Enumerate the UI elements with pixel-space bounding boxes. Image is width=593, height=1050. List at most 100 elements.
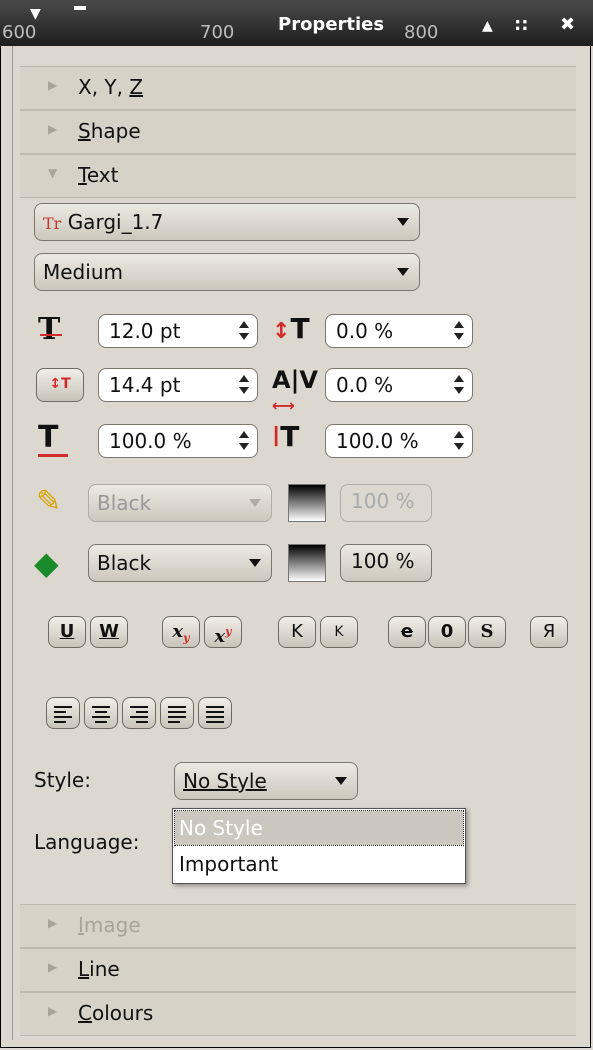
- stroke-shade-value: 100 %: [351, 489, 415, 513]
- underline-button[interactable]: U: [48, 616, 86, 648]
- paragraph-style-value: No Style: [183, 769, 267, 793]
- line-spacing-spinbox[interactable]: 14.4 pt: [98, 368, 258, 402]
- ruler-mark: 800: [404, 22, 439, 43]
- underline-words-button[interactable]: W: [90, 616, 128, 648]
- spin-arrows-icon[interactable]: [454, 321, 464, 341]
- outline-button[interactable]: 0: [428, 616, 466, 648]
- style-dropdown-list[interactable]: No Style Important: [172, 808, 466, 884]
- section-xyz[interactable]: ▶ X, Y, Z: [20, 66, 576, 110]
- minimize-icon[interactable]: [74, 6, 86, 10]
- offset-spinbox[interactable]: 0.0 %: [325, 314, 473, 348]
- all-caps-icon: K: [291, 621, 303, 642]
- chevron-down-icon: [249, 499, 261, 507]
- expander-right-icon: ▶: [48, 78, 58, 92]
- section-label: Shape: [78, 119, 141, 143]
- line-spacing-icon: ↕T: [49, 376, 71, 392]
- line-spacing-mode-button[interactable]: ↕T: [36, 368, 84, 402]
- kerning-icon: A|V ⟷: [272, 366, 318, 415]
- small-caps-icon: K: [334, 624, 344, 640]
- align-right-button[interactable]: [122, 697, 156, 729]
- expander-right-icon: ▶: [48, 916, 58, 930]
- paragraph-style-combo[interactable]: No Style: [174, 762, 358, 800]
- chevron-down-icon: [335, 777, 347, 785]
- fill-color-combo[interactable]: Black: [88, 544, 272, 582]
- chevron-down-icon: [397, 268, 409, 276]
- stroke-color-value: Black: [97, 491, 152, 515]
- window-menu-icon[interactable]: ▼: [30, 6, 41, 22]
- chevron-down-icon: [397, 218, 409, 226]
- all-caps-button[interactable]: K: [278, 616, 316, 648]
- line-spacing-value: 14.4 pt: [109, 373, 181, 397]
- reverse-writing-icon: Я: [542, 621, 556, 642]
- shade-button-icon[interactable]: ▲: [482, 18, 493, 34]
- spin-arrows-icon[interactable]: [239, 375, 249, 395]
- spin-arrows-icon[interactable]: [454, 375, 464, 395]
- expander-right-icon: ▶: [48, 1004, 58, 1018]
- font-size-icon: T: [38, 312, 62, 347]
- font-size-spinbox[interactable]: 12.0 pt: [98, 314, 258, 348]
- section-label: Text: [78, 163, 119, 187]
- close-button-icon[interactable]: ✖: [560, 14, 575, 35]
- small-caps-button[interactable]: K: [320, 616, 358, 648]
- stroke-color-combo[interactable]: Black: [88, 484, 272, 522]
- outline-icon: 0: [440, 621, 454, 642]
- font-weight-combo[interactable]: Medium: [34, 253, 420, 291]
- fill-color-value: Black: [97, 551, 152, 575]
- chevron-down-icon: [249, 559, 261, 567]
- section-shape[interactable]: ▶ Shape: [20, 110, 576, 154]
- align-left-button[interactable]: [46, 697, 80, 729]
- superscript-button[interactable]: xy: [204, 616, 242, 648]
- section-colours[interactable]: ▶ Colours: [20, 992, 576, 1036]
- pencil-icon: ✎: [36, 484, 62, 519]
- window-title: Properties: [278, 14, 385, 35]
- stick-button-icon[interactable]: ::: [514, 14, 528, 35]
- kerning-value: 0.0 %: [336, 373, 394, 397]
- strikethrough-button[interactable]: e: [388, 616, 426, 648]
- spin-arrows-icon[interactable]: [239, 321, 249, 341]
- scale-height-spinbox[interactable]: 100.0 %: [325, 424, 473, 458]
- align-forced-button[interactable]: [198, 697, 232, 729]
- align-center-button[interactable]: [84, 697, 118, 729]
- font-weight-value: Medium: [43, 260, 123, 284]
- spin-arrows-icon[interactable]: [239, 431, 249, 451]
- vertical-scale-icon: IT: [272, 420, 300, 453]
- section-text[interactable]: ▼ Text: [20, 154, 576, 198]
- subscript-button[interactable]: xy: [162, 616, 200, 648]
- section-label: Line: [78, 957, 120, 981]
- scale-height-value: 100.0 %: [336, 429, 419, 453]
- font-family-combo[interactable]: Tr Gargi_1.7: [34, 203, 420, 241]
- dropdown-option-no-style[interactable]: No Style: [174, 810, 464, 846]
- fill-bucket-icon: ◆: [34, 544, 59, 582]
- shadow-icon: S: [480, 621, 494, 642]
- baseline-offset-icon: ↕T: [272, 312, 310, 345]
- section-image[interactable]: ▶ Image: [20, 904, 576, 948]
- section-label: Colours: [78, 1001, 154, 1025]
- spin-arrows-icon[interactable]: [454, 431, 464, 451]
- language-label: Language:: [34, 830, 140, 854]
- section-line[interactable]: ▶ Line: [20, 948, 576, 992]
- expander-down-icon: ▼: [48, 166, 58, 180]
- expander-right-icon: ▶: [48, 122, 58, 136]
- fill-shade-spinbox[interactable]: 100 %: [340, 544, 432, 582]
- reverse-writing-button[interactable]: Я: [530, 616, 568, 648]
- shadow-button[interactable]: S: [468, 616, 506, 648]
- section-label: Image: [78, 913, 141, 937]
- scale-width-spinbox[interactable]: 100.0 %: [98, 424, 258, 458]
- section-label: X, Y, Z: [78, 75, 144, 99]
- strikethrough-icon: e: [400, 621, 414, 642]
- dropdown-option-important[interactable]: Important: [175, 847, 463, 881]
- style-label: Style:: [34, 768, 91, 792]
- stroke-shade-spinbox[interactable]: 100 %: [340, 484, 432, 522]
- underline-icon: U: [59, 621, 75, 642]
- fill-shade-value: 100 %: [351, 549, 415, 573]
- fill-color-swatch: [288, 544, 326, 582]
- ruler-mark: 600: [2, 22, 37, 43]
- kerning-spinbox[interactable]: 0.0 %: [325, 368, 473, 402]
- truetype-font-icon: Tr: [43, 214, 62, 233]
- title-bar[interactable]: 600 ▼ 700 Properties 800 ▲ :: ✖: [0, 0, 593, 46]
- offset-value: 0.0 %: [336, 319, 394, 343]
- font-size-value: 12.0 pt: [109, 319, 181, 343]
- scale-width-value: 100.0 %: [109, 429, 192, 453]
- align-justify-button[interactable]: [160, 697, 194, 729]
- horizontal-scale-icon: T: [38, 420, 68, 457]
